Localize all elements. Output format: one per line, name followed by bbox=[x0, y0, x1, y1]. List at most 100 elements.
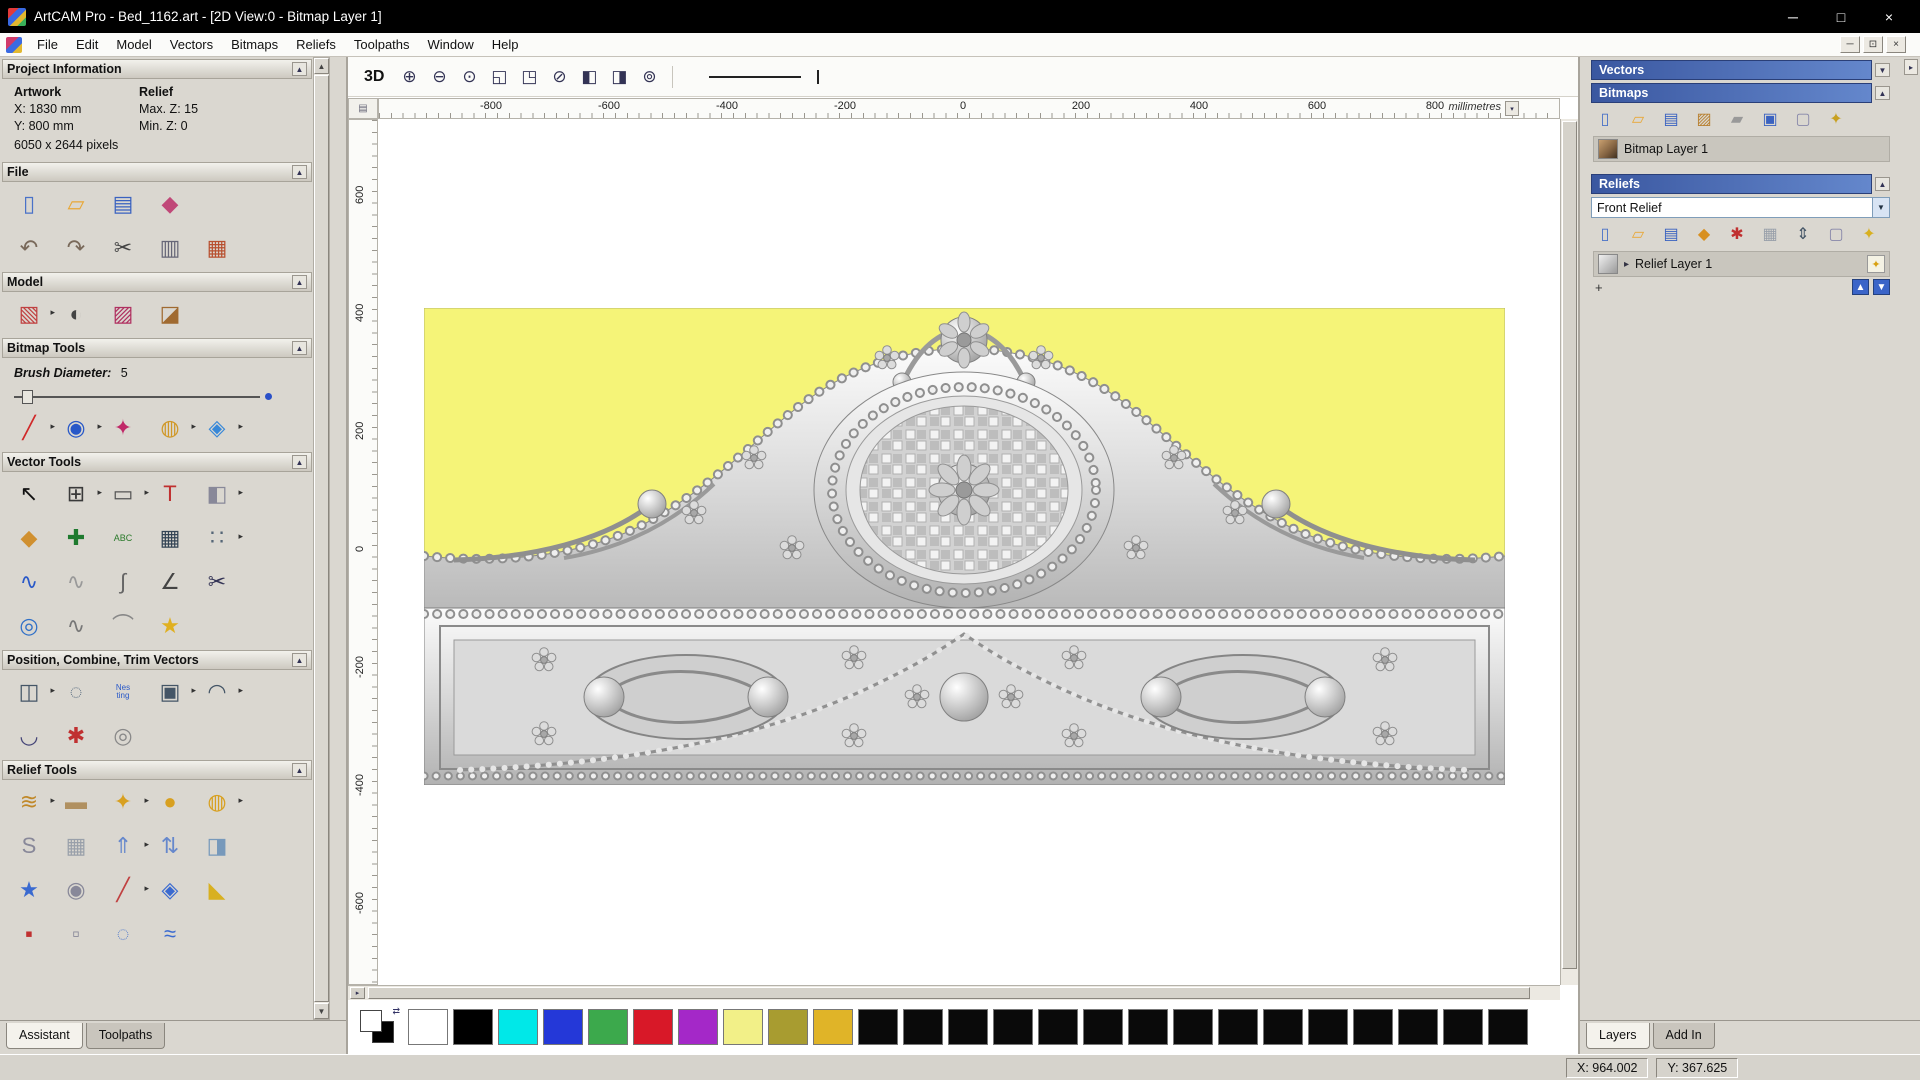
palette-swatch-7[interactable] bbox=[723, 1009, 763, 1045]
palette-swatch-20[interactable] bbox=[1308, 1009, 1348, 1045]
collapse-section-icon[interactable]: ▲ bbox=[292, 275, 307, 289]
scroll-left-icon[interactable]: ▸ bbox=[350, 987, 365, 999]
flyout-arrow-icon[interactable]: ▸ bbox=[50, 308, 55, 317]
palette-swatch-14[interactable] bbox=[1038, 1009, 1078, 1045]
paste-along-curve-icon[interactable]: ✚ bbox=[59, 521, 93, 555]
chevron-down-icon[interactable]: ▼ bbox=[1872, 198, 1889, 217]
preview-relief-icon[interactable]: ✦ bbox=[1857, 223, 1881, 247]
flyout-arrow-icon[interactable]: ▸ bbox=[191, 422, 196, 431]
palette-swatch-8[interactable] bbox=[768, 1009, 808, 1045]
select-vectors-icon[interactable]: ↖ bbox=[12, 477, 46, 511]
transform-vectors-icon[interactable]: ⊞ ▸ bbox=[59, 477, 102, 511]
texture-relief-icon[interactable]: ◈ bbox=[153, 873, 187, 907]
save-icon[interactable]: ▤ bbox=[106, 187, 140, 221]
collapse-section-icon[interactable]: ▲ bbox=[292, 341, 307, 355]
rotate-copy-icon[interactable]: ◠ ▸ bbox=[200, 675, 243, 709]
menu-item[interactable]: Window bbox=[419, 34, 483, 55]
save-bitmap-icon[interactable]: ▤ bbox=[1659, 108, 1683, 132]
palette-swatch-19[interactable] bbox=[1263, 1009, 1303, 1045]
menu-item[interactable]: File bbox=[28, 34, 67, 55]
set-model-size-icon[interactable]: ▧ ▸ bbox=[12, 297, 55, 331]
relief-layer-name[interactable]: Relief Layer 1 bbox=[1635, 257, 1712, 271]
collapse-section-icon[interactable]: ▲ bbox=[292, 165, 307, 179]
palette-swatch-2[interactable] bbox=[498, 1009, 538, 1045]
pen-tool-icon[interactable]: ⌒ bbox=[106, 609, 140, 643]
paste-icon[interactable]: ▦ bbox=[200, 231, 234, 265]
create-grid-icon[interactable]: ▦ bbox=[153, 521, 187, 555]
flyout-arrow-icon[interactable]: ▸ bbox=[144, 488, 149, 497]
palette-swatch-17[interactable] bbox=[1173, 1009, 1213, 1045]
palette-swatch-11[interactable] bbox=[903, 1009, 943, 1045]
page-preview-left-icon[interactable]: ◧ bbox=[576, 64, 602, 90]
menu-item[interactable]: Model bbox=[107, 34, 160, 55]
extra-relief-tool-4-icon[interactable]: ≈ bbox=[153, 917, 187, 951]
menu-item[interactable]: Reliefs bbox=[287, 34, 345, 55]
palette-swatch-10[interactable] bbox=[858, 1009, 898, 1045]
isolate-relief-icon[interactable]: ◍ ▸ bbox=[200, 785, 243, 819]
page-preview-right-icon[interactable]: ◨ bbox=[606, 64, 632, 90]
add-draft-icon[interactable]: ▨ bbox=[106, 297, 140, 331]
slice-vectors-icon[interactable]: ◎ bbox=[106, 719, 140, 753]
line-width-slider[interactable] bbox=[817, 69, 820, 84]
center-in-page-icon[interactable]: ◌ bbox=[59, 675, 93, 709]
weld-vectors-icon[interactable]: ◡ bbox=[12, 719, 46, 753]
shape-editor-icon[interactable]: ● bbox=[153, 785, 187, 819]
canvas-horizontal-scrollbar[interactable]: ▸ bbox=[348, 985, 1560, 1000]
relief-layer-row[interactable]: ▸ Relief Layer 1 ✦ bbox=[1593, 251, 1890, 277]
palette-swatch-21[interactable] bbox=[1353, 1009, 1393, 1045]
save-relief-icon[interactable]: ▤ bbox=[1659, 223, 1683, 247]
collapse-section-icon[interactable]: ▲ bbox=[292, 653, 307, 667]
paint-brush-icon[interactable]: ╱ ▸ bbox=[12, 411, 55, 445]
minimize-button[interactable]: ─ bbox=[1770, 3, 1816, 30]
assistant-scrollbar[interactable]: ▲ ▼ bbox=[313, 57, 330, 1020]
collapse-section-icon[interactable]: ▲ bbox=[292, 62, 307, 76]
flyout-arrow-icon[interactable]: ▸ bbox=[238, 796, 243, 805]
swirl-relief-icon[interactable]: ◉ bbox=[59, 873, 93, 907]
mdi-close-button[interactable]: × bbox=[1886, 36, 1906, 53]
zoom-out-icon[interactable]: ⊖ bbox=[426, 64, 452, 90]
palette-swatch-15[interactable] bbox=[1083, 1009, 1123, 1045]
zoom-previous-icon[interactable]: ⊘ bbox=[546, 64, 572, 90]
palette-swatch-0[interactable] bbox=[408, 1009, 448, 1045]
create-text-block-icon[interactable]: ABC bbox=[106, 521, 140, 555]
flyout-arrow-icon[interactable]: ▸ bbox=[144, 840, 149, 849]
smooth-relief-layer-icon[interactable]: ◆ bbox=[1692, 223, 1716, 247]
create-ring-icon[interactable]: ◎ bbox=[12, 609, 46, 643]
flyout-arrow-icon[interactable]: ▸ bbox=[50, 796, 55, 805]
import-export-icon[interactable]: ◆ bbox=[153, 187, 187, 221]
offset-relief-icon[interactable]: ⇑ ▸ bbox=[106, 829, 149, 863]
mirror-merge-icon[interactable]: ⇅ bbox=[153, 829, 187, 863]
zoom-fit-icon[interactable]: ◳ bbox=[516, 64, 542, 90]
scale-relief-icon[interactable]: ⇕ bbox=[1791, 223, 1815, 247]
delete-relief-icon[interactable]: ▢ bbox=[1824, 223, 1848, 247]
weave-wizard-icon[interactable]: ▦ bbox=[59, 829, 93, 863]
palette-swatch-12[interactable] bbox=[948, 1009, 988, 1045]
flyout-arrow-icon[interactable]: ▸ bbox=[50, 422, 55, 431]
smooth-relief-icon[interactable]: ≋ ▸ bbox=[12, 785, 55, 819]
align-vectors-icon[interactable]: ◫ ▸ bbox=[12, 675, 55, 709]
palette-swatch-1[interactable] bbox=[453, 1009, 493, 1045]
palette-swatch-23[interactable] bbox=[1443, 1009, 1483, 1045]
extra-relief-tool-3-icon[interactable]: ◌ bbox=[106, 917, 140, 951]
reduce-colours-icon[interactable]: ◈ ▸ bbox=[200, 411, 243, 445]
sculpting-icon[interactable]: S bbox=[12, 829, 46, 863]
mdi-minimize-button[interactable]: ─ bbox=[1840, 36, 1860, 53]
trim-vectors-icon[interactable]: ✂ bbox=[200, 565, 234, 599]
undo-icon[interactable]: ↶ bbox=[12, 231, 46, 265]
sculpt-icon[interactable]: ▬ bbox=[59, 785, 93, 819]
palette-swatch-22[interactable] bbox=[1398, 1009, 1438, 1045]
trim-fillet-icon[interactable]: ✱ bbox=[59, 719, 93, 753]
new-bitmap-icon[interactable]: ▯ bbox=[1593, 108, 1617, 132]
scrollbar-thumb[interactable] bbox=[368, 987, 1530, 999]
angled-plane-icon[interactable]: ◣ bbox=[200, 873, 234, 907]
maximize-button[interactable]: □ bbox=[1818, 3, 1864, 30]
line-width-widget[interactable] bbox=[709, 69, 820, 84]
greyscale-relief-icon[interactable]: ▦ bbox=[1758, 223, 1782, 247]
mdi-restore-button[interactable]: ⊡ bbox=[1863, 36, 1883, 53]
create-arc-icon[interactable]: ∫ bbox=[106, 565, 140, 599]
tab-layers[interactable]: Layers bbox=[1586, 1023, 1650, 1049]
slider-thumb[interactable] bbox=[22, 390, 33, 404]
smooth-polyline-icon[interactable]: ∿ bbox=[59, 565, 93, 599]
sketch-polyline-icon[interactable]: ∿ bbox=[59, 609, 93, 643]
snap-grid-icon[interactable]: ∷ ▸ bbox=[200, 521, 243, 555]
